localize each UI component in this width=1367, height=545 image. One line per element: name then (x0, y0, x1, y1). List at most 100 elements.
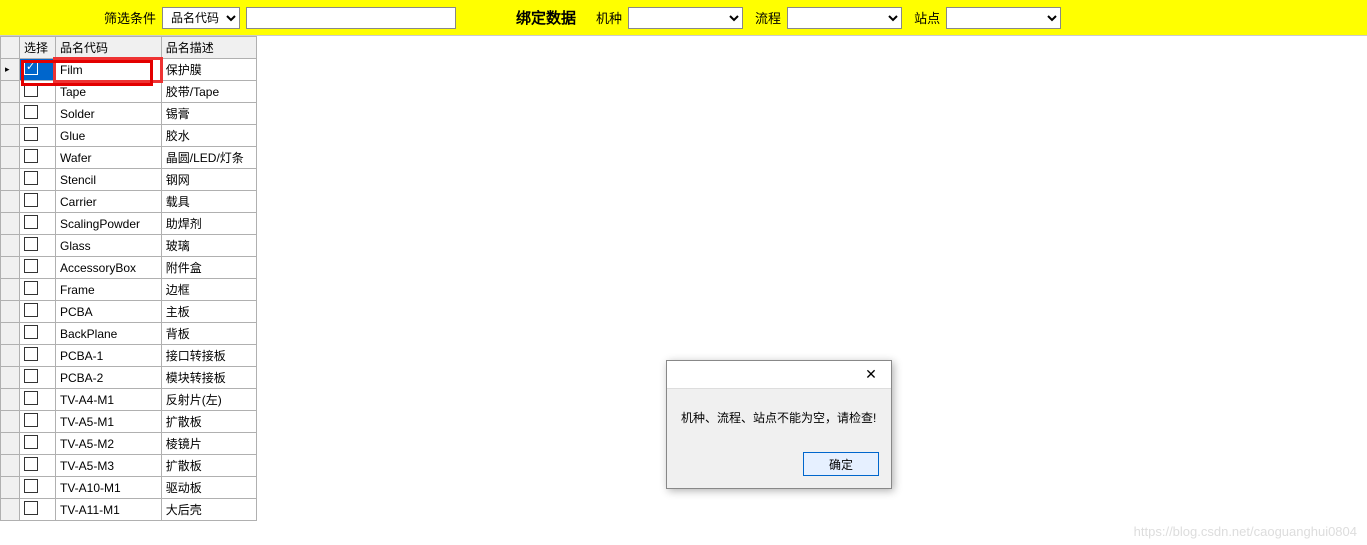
cell-code[interactable]: Glass (55, 235, 161, 257)
checkbox-icon[interactable] (24, 281, 38, 295)
cell-code[interactable]: TV-A5-M1 (55, 411, 161, 433)
table-row[interactable]: Solder锡膏 (1, 103, 257, 125)
checkbox-icon[interactable] (24, 127, 38, 141)
checkbox-icon[interactable] (24, 215, 38, 229)
filter-field-select[interactable]: 品名代码 (162, 7, 240, 29)
row-checkbox-cell[interactable] (20, 301, 56, 323)
row-checkbox-cell[interactable] (20, 169, 56, 191)
row-checkbox-cell[interactable] (20, 455, 56, 477)
cell-code[interactable]: TV-A5-M3 (55, 455, 161, 477)
table-row[interactable]: Tape胶带/Tape (1, 81, 257, 103)
machine-select[interactable] (628, 7, 743, 29)
table-row[interactable]: PCBA-2模块转接板 (1, 367, 257, 389)
checkbox-icon[interactable] (24, 303, 38, 317)
checkbox-icon[interactable] (24, 501, 38, 515)
table-row[interactable]: TV-A5-M2棱镜片 (1, 433, 257, 455)
checkbox-icon[interactable] (24, 369, 38, 383)
checkbox-icon[interactable] (24, 259, 38, 273)
cell-code[interactable]: PCBA-1 (55, 345, 161, 367)
row-checkbox-cell[interactable] (20, 345, 56, 367)
station-select[interactable] (946, 7, 1061, 29)
cell-code[interactable]: Stencil (55, 169, 161, 191)
cell-code[interactable]: BackPlane (55, 323, 161, 345)
table-row[interactable]: AccessoryBox附件盒 (1, 257, 257, 279)
table-row[interactable]: Film保护膜 (1, 59, 257, 81)
row-checkbox-cell[interactable] (20, 257, 56, 279)
cell-desc: 主板 (161, 301, 256, 323)
checkbox-icon[interactable] (24, 325, 38, 339)
table-row[interactable]: TV-A5-M3扩散板 (1, 455, 257, 477)
row-checkbox-cell[interactable] (20, 81, 56, 103)
cell-code[interactable]: Frame (55, 279, 161, 301)
row-checkbox-cell[interactable] (20, 279, 56, 301)
checkbox-icon[interactable] (24, 105, 38, 119)
table-row[interactable]: ScalingPowder助焊剂 (1, 213, 257, 235)
dialog-message: 机种、流程、站点不能为空，请检查! (667, 389, 891, 444)
close-icon[interactable]: ✕ (851, 362, 891, 388)
cell-code[interactable]: AccessoryBox (55, 257, 161, 279)
cell-code[interactable]: TV-A10-M1 (55, 477, 161, 499)
cell-code[interactable]: PCBA (55, 301, 161, 323)
row-checkbox-cell[interactable] (20, 389, 56, 411)
table-row[interactable]: Wafer晶圆/LED/灯条 (1, 147, 257, 169)
row-checkbox-cell[interactable] (20, 59, 56, 81)
cell-code[interactable]: TV-A5-M2 (55, 433, 161, 455)
row-checkbox-cell[interactable] (20, 499, 56, 521)
row-checkbox-cell[interactable] (20, 235, 56, 257)
table-row[interactable]: TV-A11-M1大后壳 (1, 499, 257, 521)
ok-button[interactable]: 确定 (803, 452, 879, 476)
checkbox-icon[interactable] (24, 83, 38, 97)
checkbox-icon[interactable] (24, 149, 38, 163)
cell-code[interactable]: TV-A11-M1 (55, 499, 161, 521)
table-row[interactable]: Glass玻璃 (1, 235, 257, 257)
table-row[interactable]: BackPlane背板 (1, 323, 257, 345)
row-checkbox-cell[interactable] (20, 125, 56, 147)
table-row[interactable]: TV-A5-M1扩散板 (1, 411, 257, 433)
process-select[interactable] (787, 7, 902, 29)
checkbox-icon[interactable] (24, 193, 38, 207)
filter-value-input[interactable] (246, 7, 456, 29)
table-row[interactable]: Frame边框 (1, 279, 257, 301)
row-checkbox-cell[interactable] (20, 411, 56, 433)
checkbox-icon[interactable] (24, 413, 38, 427)
row-checkbox-cell[interactable] (20, 323, 56, 345)
row-checkbox-cell[interactable] (20, 433, 56, 455)
checkbox-icon[interactable] (24, 347, 38, 361)
table-row[interactable]: Glue胶水 (1, 125, 257, 147)
cell-code[interactable]: Wafer (55, 147, 161, 169)
table-row[interactable]: TV-A10-M1驱动板 (1, 477, 257, 499)
table-row[interactable]: PCBA-1接口转接板 (1, 345, 257, 367)
table-row[interactable]: PCBA主板 (1, 301, 257, 323)
checkbox-icon[interactable] (24, 457, 38, 471)
col-header-code[interactable]: 品名代码 (55, 37, 161, 59)
row-checkbox-cell[interactable] (20, 191, 56, 213)
cell-code[interactable]: Glue (55, 125, 161, 147)
cell-code[interactable]: Tape (55, 81, 161, 103)
cell-code[interactable]: ScalingPowder (55, 213, 161, 235)
cell-code[interactable]: Carrier (55, 191, 161, 213)
table-row[interactable]: Stencil钢网 (1, 169, 257, 191)
row-indicator (1, 103, 20, 125)
row-checkbox-cell[interactable] (20, 367, 56, 389)
checkbox-icon[interactable] (24, 61, 38, 75)
cell-code[interactable]: PCBA-2 (55, 367, 161, 389)
checkbox-icon[interactable] (24, 391, 38, 405)
row-checkbox-cell[interactable] (20, 213, 56, 235)
row-indicator (1, 191, 20, 213)
cell-code[interactable]: TV-A4-M1 (55, 389, 161, 411)
cell-code[interactable]: Solder (55, 103, 161, 125)
checkbox-icon[interactable] (24, 171, 38, 185)
row-indicator (1, 499, 20, 521)
cell-code[interactable]: Film (55, 59, 161, 81)
table-row[interactable]: Carrier载具 (1, 191, 257, 213)
checkbox-icon[interactable] (24, 479, 38, 493)
table-row[interactable]: TV-A4-M1反射片(左) (1, 389, 257, 411)
checkbox-icon[interactable] (24, 237, 38, 251)
col-header-select[interactable]: 选择 (20, 37, 56, 59)
row-checkbox-cell[interactable] (20, 103, 56, 125)
checkbox-icon[interactable] (24, 435, 38, 449)
row-checkbox-cell[interactable] (20, 147, 56, 169)
row-checkbox-cell[interactable] (20, 477, 56, 499)
row-indicator (1, 389, 20, 411)
col-header-desc[interactable]: 品名描述 (161, 37, 256, 59)
